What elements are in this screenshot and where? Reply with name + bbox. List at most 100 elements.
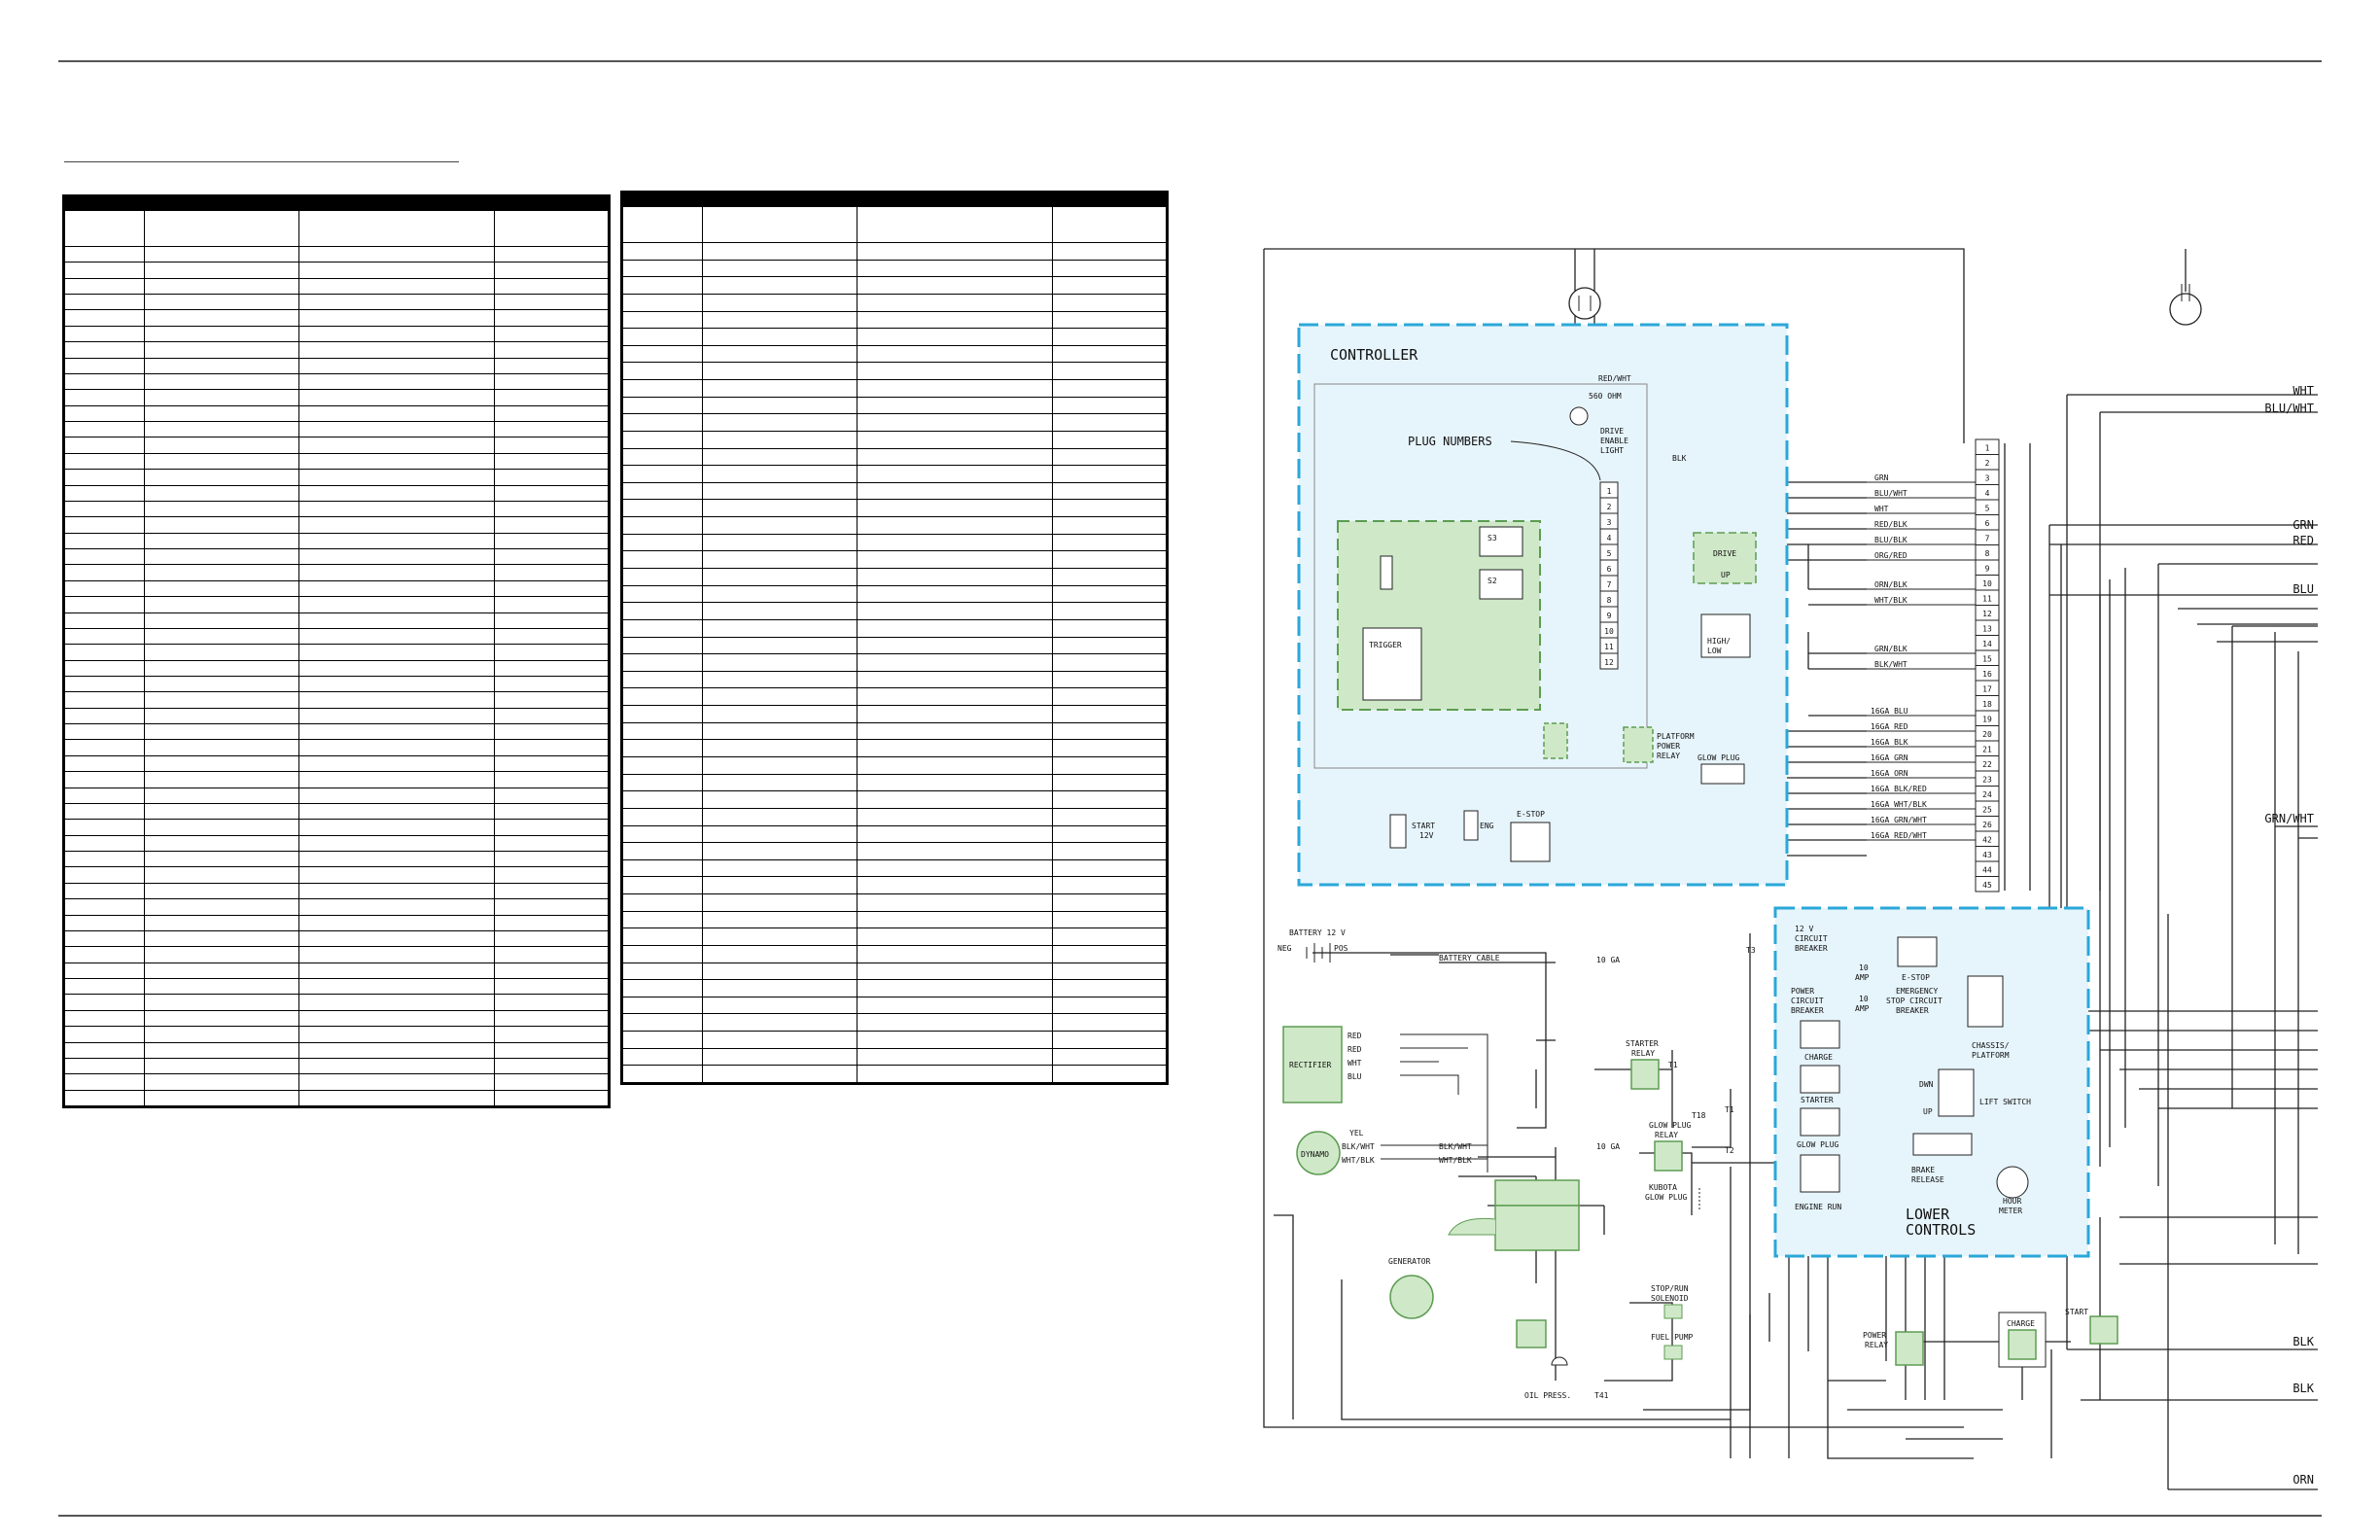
estop-controller: E-STOP [1510, 810, 1551, 862]
svg-text:BLK: BLK [1672, 454, 1687, 463]
plug-pin-label: 11 [1604, 643, 1614, 651]
wire-label: WHT [1874, 505, 1889, 513]
dynamo: DYNAMO YEL BLK/WHT WHT/BLK BLK/WHT WHT/B… [1296, 1129, 1488, 1175]
svg-text:BLK/WHT: BLK/WHT [1439, 1142, 1472, 1151]
terminal-pin-label: 7 [1985, 535, 1990, 543]
svg-text:RED/WHT: RED/WHT [1598, 374, 1631, 383]
wire-label: 16GA GRN [1871, 753, 1908, 762]
svg-text:E-STOP: E-STOP [1902, 973, 1930, 982]
svg-text:S3: S3 [1488, 534, 1497, 542]
svg-text:T1: T1 [1668, 1061, 1678, 1069]
svg-text:START: START [2065, 1308, 2088, 1316]
right-edge-label: BLK [2292, 1382, 2314, 1395]
fuel-pump: FUEL PUMP [1651, 1333, 1694, 1360]
terminal-pin-label: 42 [1982, 836, 1992, 845]
svg-text:PLATFORM: PLATFORM [1972, 1051, 2010, 1060]
svg-text:POWER: POWER [1791, 987, 1814, 996]
svg-text:WHT/BLK: WHT/BLK [1342, 1156, 1375, 1165]
svg-text:RELAY: RELAY [1657, 752, 1680, 760]
terminal-wire-labels: GRN BLU/WHT WHT RED/BLK BLU/BLK ORG/RED ORN/BL… [1828, 473, 1976, 841]
svg-text:POWER: POWER [1863, 1331, 1886, 1340]
svg-text:RELAY: RELAY [1865, 1341, 1888, 1349]
svg-text:ENABLE: ENABLE [1600, 437, 1628, 445]
terminal-pin-label: 10 [1982, 579, 1992, 588]
wire-label: BLU/BLK [1874, 536, 1908, 544]
plug-pin-label: 9 [1607, 612, 1612, 620]
oil-press-relay: OIL PRESS. T41 [1516, 1319, 1609, 1400]
svg-text:RELAY: RELAY [1655, 1131, 1678, 1139]
wire-label: BLK/WHT [1874, 660, 1908, 669]
svg-text:AMP: AMP [1855, 973, 1870, 982]
svg-text:10: 10 [1859, 963, 1869, 972]
wire-label: 16GA BLU [1871, 707, 1908, 716]
terminal-strip: 1234567891011121314151617181920212223242… [1975, 438, 2000, 892]
wire-label: 16GA RED [1871, 722, 1908, 731]
terminal-pin-label: 24 [1982, 790, 1992, 799]
wiring-diagram: CONTROLLER RED/WHT 560 OHM DRIVE ENABLE … [1263, 248, 2318, 1490]
right-edge-label: BLK [2292, 1335, 2314, 1348]
svg-text:CIRCUIT: CIRCUIT [1795, 934, 1828, 943]
terminal-pin-label: 1 [1985, 444, 1990, 453]
svg-text:LOW: LOW [1707, 647, 1722, 655]
terminal-pin-label: 14 [1982, 640, 1992, 648]
svg-text:HOUR: HOUR [2003, 1197, 2021, 1206]
right-edge-label: GRN [2292, 518, 2314, 532]
svg-text:10 GA: 10 GA [1596, 1142, 1620, 1151]
charge-relay: CHARGE [1998, 1312, 2047, 1368]
wire-label: 16GA BLK [1871, 738, 1908, 747]
wire-label: ORN/BLK [1874, 580, 1908, 589]
power-relay: POWER RELAY [1863, 1331, 1924, 1366]
generator: GENERATOR [1388, 1257, 1434, 1319]
svg-text:GENERATOR: GENERATOR [1388, 1257, 1431, 1266]
plug-pin-label: 3 [1607, 518, 1612, 527]
right-edge-label: BLU/WHT [2264, 402, 2314, 415]
terminal-pin-label: 26 [1982, 821, 1992, 829]
svg-text:NEG: NEG [1278, 944, 1292, 953]
wire-label: GRN [1874, 473, 1889, 482]
svg-text:EMERGENCY: EMERGENCY [1896, 987, 1939, 996]
svg-text:10 GA: 10 GA [1596, 956, 1620, 964]
relay-small [1543, 722, 1568, 759]
terminal-pin-label: 18 [1982, 700, 1992, 709]
top-lamp-left [1568, 287, 1601, 320]
right-edge-label: GRN/WHT [2264, 812, 2314, 825]
terminal-pin-label: 11 [1982, 595, 1992, 604]
svg-text:UP: UP [1923, 1107, 1933, 1116]
battery: BATTERY 12 V NEG POS BATTERY CABLE 10 GA… [1278, 928, 1756, 964]
svg-text:DRIVE: DRIVE [1600, 427, 1624, 436]
plug-pin-label: 12 [1604, 658, 1614, 667]
svg-text:YEL: YEL [1349, 1129, 1364, 1138]
wire-label: BLU/WHT [1874, 489, 1908, 498]
svg-text:12 V: 12 V [1795, 925, 1813, 933]
svg-text:STARTER: STARTER [1801, 1096, 1834, 1104]
wire-label: WHT/BLK [1874, 596, 1908, 605]
svg-text:LIGHT: LIGHT [1600, 446, 1624, 455]
svg-text:ENG: ENG [1480, 822, 1494, 830]
svg-text:FUEL PUMP: FUEL PUMP [1651, 1333, 1694, 1342]
terminal-pin-label: 13 [1982, 625, 1992, 634]
plug-connector: 123456789101112 [1599, 481, 1619, 670]
terminal-pin-label: 8 [1985, 549, 1990, 558]
svg-text:GLOW PLUG: GLOW PLUG [1649, 1121, 1692, 1130]
wire-label: GRN/BLK [1874, 645, 1908, 653]
glow-plug-relay: GLOW PLUG RELAY T18 10 GA [1596, 1111, 1706, 1172]
drive-switch: DRIVE UP [1693, 532, 1757, 584]
plug-pin-label: 5 [1607, 549, 1612, 558]
svg-text:RELAY: RELAY [1631, 1049, 1655, 1058]
svg-text:GLOW PLUG: GLOW PLUG [1645, 1193, 1688, 1202]
starter-motor [1448, 1179, 1580, 1251]
svg-text:STOP/RUN: STOP/RUN [1651, 1284, 1689, 1293]
svg-text:CHASSIS/: CHASSIS/ [1972, 1041, 2010, 1050]
terminal-pin-label: 45 [1982, 881, 1992, 890]
svg-text:T41: T41 [1594, 1391, 1609, 1400]
switch-s2: S2 [1479, 569, 1523, 600]
svg-text:CHARGE: CHARGE [2007, 1319, 2035, 1328]
svg-text:STARTER: STARTER [1626, 1039, 1659, 1048]
svg-text:POWER: POWER [1657, 742, 1680, 751]
svg-text:WHT/BLK: WHT/BLK [1439, 1156, 1472, 1165]
svg-text:GLOW PLUG: GLOW PLUG [1698, 753, 1740, 762]
terminal-pin-label: 3 [1985, 474, 1990, 483]
wire-label: 16GA GRN/WHT [1871, 816, 1927, 824]
joystick-pot [1380, 555, 1393, 590]
wire-label: 16GA WHT/BLK [1871, 800, 1927, 809]
